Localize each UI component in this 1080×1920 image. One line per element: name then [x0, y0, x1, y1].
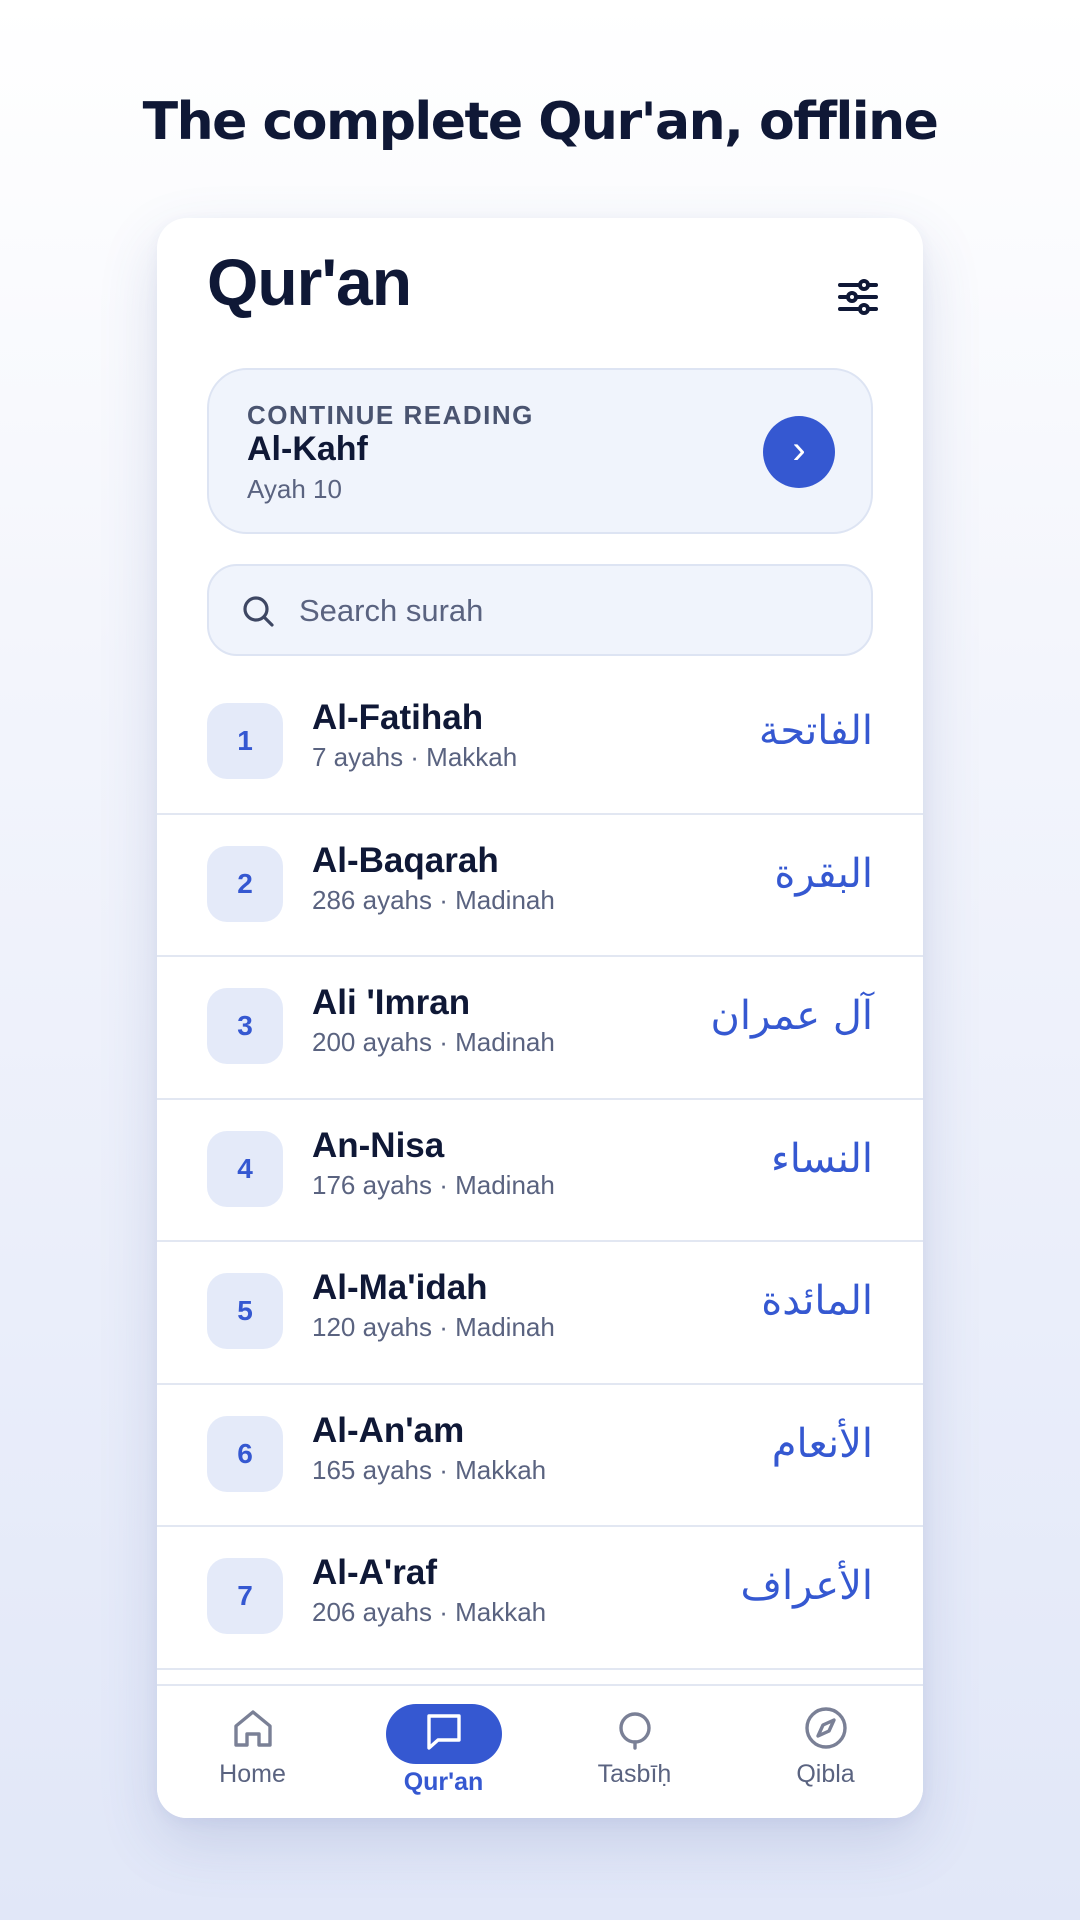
surah-meta: 206 ayahs · Makkah: [312, 1597, 547, 1627]
filter-button[interactable]: [833, 272, 883, 322]
tab-home-label: Home: [219, 1760, 286, 1788]
tab-tasbih-label: Tasbīḥ: [597, 1760, 672, 1788]
chevron-right-icon: ›: [792, 428, 806, 472]
book-icon: [427, 1714, 461, 1750]
bottom-nav: Home Qur'an Tasbīḥ Qibla: [157, 1684, 923, 1818]
surah-arabic-name: النساء: [770, 1135, 873, 1182]
sliders-icon: [838, 279, 878, 315]
surah-name: Al-Baqarah: [312, 840, 499, 880]
prayer-beads-icon: [619, 1712, 651, 1750]
surah-number-badge: 7: [207, 1558, 283, 1634]
tab-tasbih[interactable]: Tasbīḥ: [539, 1686, 730, 1818]
home-icon: [234, 1710, 272, 1747]
page-headline: The complete Qur'an, offline: [142, 92, 939, 152]
surah-arabic-name: آل عمران: [710, 993, 873, 1039]
search-bar[interactable]: [207, 564, 873, 656]
surah-row[interactable]: 7 Al-A'raf 206 ayahs · Makkah الأعراف: [157, 1527, 923, 1670]
surah-number-badge: 5: [207, 1273, 283, 1349]
surah-number-badge: 1: [207, 703, 283, 779]
tab-home[interactable]: Home: [157, 1686, 348, 1818]
surah-number-badge: 2: [207, 845, 283, 922]
surah-arabic-name: الفاتحة: [758, 708, 873, 754]
surah-name: An-Nisa: [312, 1125, 445, 1165]
surah-number-badge: 6: [207, 1415, 283, 1492]
surah-number-badge: 3: [207, 988, 283, 1064]
surah-name: Al-An'am: [312, 1410, 465, 1450]
continue-reading-label: CONTINUE READING: [247, 400, 534, 430]
surah-arabic-name: البقرة: [774, 850, 873, 897]
surah-name: Al-A'raf: [312, 1553, 437, 1592]
surah-row[interactable]: 4 An-Nisa 176 ayahs · Madinah النساء: [157, 1100, 923, 1242]
surah-row[interactable]: 6 Al-An'am 165 ayahs · Makkah الأنعام: [157, 1385, 923, 1527]
compass-icon: [805, 1707, 847, 1749]
surah-arabic-name: الأنعام: [771, 1420, 873, 1467]
continue-reading-button[interactable]: ›: [763, 416, 835, 488]
tab-quran-label: Qur'an: [403, 1768, 484, 1796]
surah-arabic-name: المائدة: [761, 1278, 873, 1324]
continue-reading-ayah: Ayah 10: [247, 474, 342, 504]
surah-row[interactable]: 3 Ali 'Imran 200 ayahs · Madinah آل عمران: [157, 957, 923, 1100]
continue-reading-card[interactable]: CONTINUE READING Al-Kahf Ayah 10 ›: [207, 368, 873, 534]
surah-row[interactable]: 2 Al-Baqarah 286 ayahs · Madinah البقرة: [157, 815, 923, 957]
surah-row[interactable]: 5 Al-Ma'idah 120 ayahs · Madinah المائدة: [157, 1242, 923, 1385]
app-screen: Qur'an CONTINUE READING Al-Kahf Ayah 10 …: [157, 218, 923, 1818]
tab-qibla-label: Qibla: [796, 1760, 855, 1788]
search-icon: [243, 596, 274, 627]
surah-meta: 286 ayahs · Madinah: [312, 884, 555, 915]
surah-name: Al-Fatihah: [312, 698, 484, 737]
tab-quran[interactable]: Qur'an: [348, 1686, 539, 1818]
surah-list: 1 Al-Fatihah 7 ayahs · Makkah الفاتحة 2 Al-Ba…: [157, 672, 923, 1670]
surah-meta: 176 ayahs · Madinah: [312, 1169, 555, 1200]
search-input[interactable]: [299, 586, 839, 636]
surah-meta: 165 ayahs · Makkah: [312, 1454, 547, 1485]
surah-row[interactable]: 1 Al-Fatihah 7 ayahs · Makkah الفاتحة: [157, 672, 923, 815]
surah-arabic-name: الأعراف: [740, 1563, 873, 1609]
surah-name: Ali 'Imran: [312, 983, 471, 1022]
page-title: Qur'an: [207, 245, 412, 319]
surah-name: Al-Ma'idah: [312, 1268, 488, 1307]
continue-reading-surah: Al-Kahf: [247, 430, 368, 468]
surah-meta: 200 ayahs · Madinah: [312, 1027, 555, 1057]
surah-meta: 120 ayahs · Madinah: [312, 1312, 555, 1342]
tab-qibla[interactable]: Qibla: [730, 1686, 921, 1818]
surah-number-badge: 4: [207, 1130, 283, 1207]
surah-meta: 7 ayahs · Makkah: [312, 742, 518, 772]
